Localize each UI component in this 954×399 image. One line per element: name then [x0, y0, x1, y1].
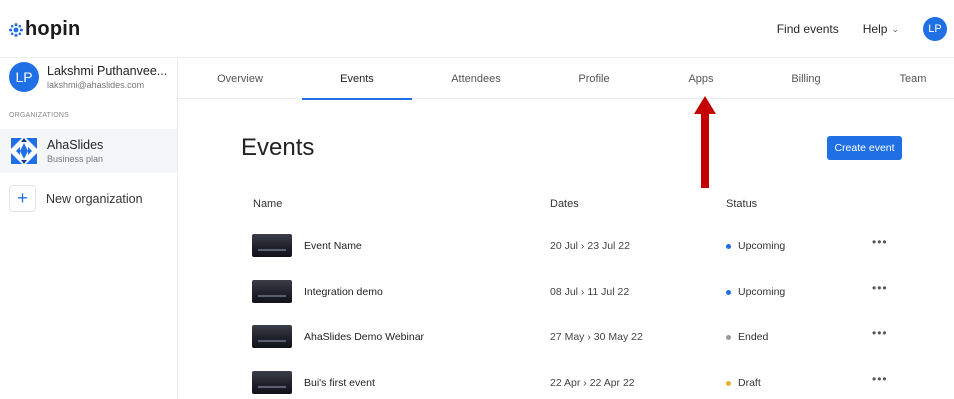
- status-label: Ended: [738, 331, 769, 343]
- find-events-link[interactable]: Find events: [777, 22, 839, 36]
- brand-name: hopin: [25, 18, 81, 40]
- ahaslides-logo-icon: [9, 136, 39, 166]
- event-dates: 27 May › 30 May 22: [550, 331, 643, 343]
- organization-name: AhaSlides: [47, 138, 104, 152]
- status-dot-icon: [726, 243, 731, 249]
- chevron-down-icon: ⌄: [891, 23, 899, 34]
- hopin-logo-icon: [9, 22, 23, 37]
- table-row[interactable]: Bui's first event 22 Apr › 22 Apr 22 Dra…: [252, 371, 902, 397]
- tab-attendees[interactable]: Attendees: [440, 58, 512, 99]
- page-title: Events: [241, 134, 315, 161]
- annotation-arrow-icon: [694, 96, 716, 188]
- status-label: Draft: [738, 377, 761, 389]
- status-badge: Upcoming: [726, 240, 785, 252]
- organization-plan: Business plan: [47, 154, 104, 164]
- tab-bar: Overview Events Attendees Profile Apps B…: [178, 58, 954, 100]
- more-options-icon[interactable]: •••: [872, 281, 888, 295]
- status-dot-icon: [726, 380, 731, 386]
- organizations-heading: ORGANIZATIONS: [9, 112, 70, 119]
- more-options-icon[interactable]: •••: [872, 235, 888, 249]
- user-name: Lakshmi Puthanvee...: [47, 64, 168, 78]
- status-badge: Draft: [726, 377, 761, 389]
- column-header-name[interactable]: Name: [253, 198, 282, 210]
- tab-billing[interactable]: Billing: [778, 58, 834, 99]
- help-menu[interactable]: Help ⌄: [863, 22, 899, 36]
- organization-item-ahaslides[interactable]: AhaSlides Business plan: [0, 129, 177, 173]
- event-dates: 22 Apr › 22 Apr 22: [550, 377, 635, 389]
- status-label: Upcoming: [738, 240, 786, 252]
- new-organization-button[interactable]: + New organization: [9, 185, 143, 212]
- event-thumbnail: [252, 234, 292, 257]
- new-organization-label: New organization: [46, 191, 143, 206]
- table-row[interactable]: Integration demo 08 Jul › 11 Jul 22 Upco…: [252, 280, 902, 306]
- event-thumbnail: [252, 280, 292, 303]
- table-row[interactable]: AhaSlides Demo Webinar 27 May › 30 May 2…: [252, 325, 902, 351]
- event-thumbnail: [252, 325, 292, 348]
- top-bar: hopin Find events Help ⌄ LP: [0, 0, 954, 58]
- tab-team[interactable]: Team: [890, 58, 936, 99]
- event-name[interactable]: Integration demo: [304, 286, 383, 298]
- event-thumbnail: [252, 371, 292, 394]
- user-email: lakshmi@ahaslides.com: [47, 80, 145, 90]
- status-dot-icon: [726, 334, 731, 340]
- sidebar: LP Lakshmi Puthanvee... lakshmi@ahaslide…: [0, 58, 178, 399]
- tab-apps[interactable]: Apps: [678, 58, 724, 99]
- tab-overview[interactable]: Overview: [202, 58, 278, 99]
- user-avatar: LP: [9, 62, 39, 92]
- event-dates: 20 Jul › 23 Jul 22: [550, 240, 630, 252]
- event-name[interactable]: AhaSlides Demo Webinar: [304, 331, 424, 343]
- help-label: Help: [862, 22, 888, 36]
- status-badge: Ended: [726, 331, 768, 343]
- user-profile[interactable]: LP Lakshmi Puthanvee... lakshmi@ahaslide…: [9, 62, 167, 92]
- plus-icon: +: [9, 185, 36, 212]
- hopin-logo[interactable]: hopin: [9, 18, 80, 41]
- top-nav: Find events Help ⌄ LP: [777, 0, 954, 58]
- tab-profile[interactable]: Profile: [564, 58, 624, 99]
- more-options-icon[interactable]: •••: [872, 326, 888, 340]
- event-name[interactable]: Event Name: [304, 240, 362, 252]
- event-dates: 08 Jul › 11 Jul 22: [550, 286, 630, 298]
- event-name[interactable]: Bui's first event: [304, 377, 375, 389]
- more-options-icon[interactable]: •••: [872, 372, 888, 386]
- column-header-dates[interactable]: Dates: [550, 198, 579, 210]
- status-label: Upcoming: [738, 286, 786, 298]
- table-row[interactable]: Event Name 20 Jul › 23 Jul 22 Upcoming •…: [252, 234, 902, 260]
- status-badge: Upcoming: [726, 286, 785, 298]
- status-dot-icon: [726, 289, 731, 295]
- tab-events[interactable]: Events: [302, 58, 412, 100]
- create-event-button[interactable]: Create event: [827, 136, 902, 160]
- account-avatar[interactable]: LP: [923, 17, 947, 41]
- column-header-status[interactable]: Status: [726, 198, 757, 210]
